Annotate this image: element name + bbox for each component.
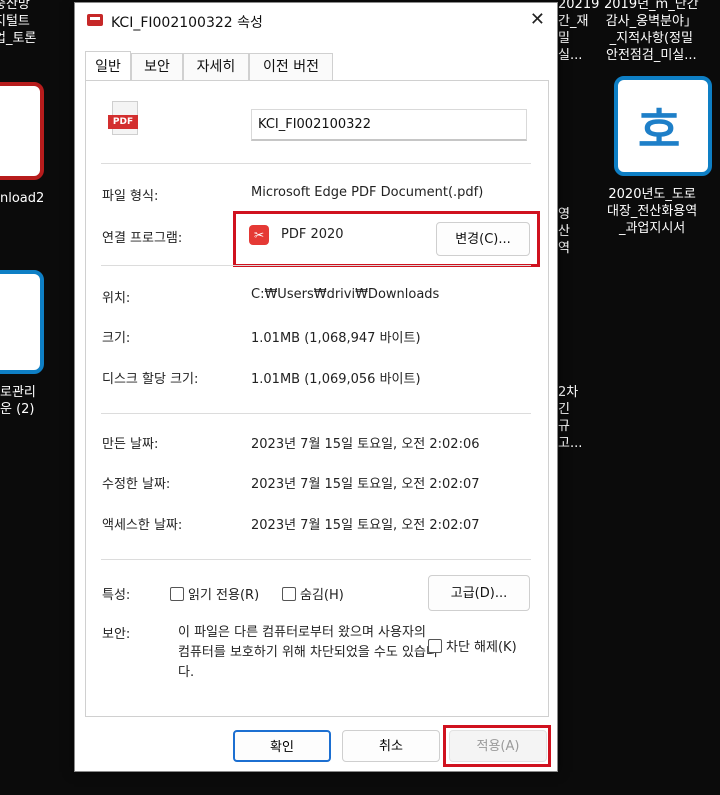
desktop-pdf-icon[interactable] [0, 82, 44, 180]
security-label: 보안: [102, 627, 131, 642]
unblock-label: 차단 해제(K) [446, 640, 517, 655]
highlight-apply [443, 725, 551, 767]
file-name-field[interactable]: KCI_FI002100322 [251, 109, 527, 141]
disk-size-value: 1.01MB (1,069,056 바이트) [251, 372, 421, 387]
security-message: 이 파일은 다른 컴퓨터로부터 왔으며 사용자의 컴퓨터를 보호하기 위해 차단… [178, 625, 438, 680]
advanced-button[interactable]: 고급(D)... [428, 575, 530, 611]
general-panel: PDF KCI_FI002100322 파일 형식: Microsoft Edg… [85, 80, 549, 717]
cancel-button[interactable]: 취소 [342, 730, 440, 762]
checkbox-icon[interactable] [282, 587, 296, 601]
accessed-value: 2023년 7월 15일 토요일, 오전 2:02:07 [251, 518, 480, 533]
divider [101, 265, 531, 266]
desktop-hwp-icon[interactable] [0, 270, 44, 374]
desktop-icon-label[interactable]: 로관리 운 (2) [0, 384, 36, 418]
title-bar[interactable]: KCI_FI002100322 속성 ✕ [75, 3, 557, 39]
divider [101, 163, 531, 164]
desktop-hwp-icon[interactable]: 호 [614, 76, 712, 176]
hidden-checkbox[interactable]: 숨김(H) [282, 584, 344, 603]
unblock-checkbox[interactable]: 차단 해제(K) [428, 636, 517, 655]
location-label: 위치: [102, 291, 131, 306]
close-icon[interactable]: ✕ [530, 9, 545, 30]
desktop-icon-label[interactable]: 2차 긴 규 고... [558, 384, 582, 452]
open-with-label: 연결 프로그램: [102, 231, 183, 246]
desktop-icon-label[interactable]: 2019년_m_단간 감사_옹벽분야」 _지적사항(정밀 안전점검_미실... [604, 0, 699, 64]
pdf-file-icon: PDF [108, 101, 140, 139]
file-type-value: Microsoft Edge PDF Document(.pdf) [251, 185, 484, 200]
attributes-label: 특성: [102, 588, 131, 603]
tab-details[interactable]: 자세히 [183, 53, 249, 80]
readonly-checkbox[interactable]: 읽기 전용(R) [170, 584, 259, 603]
size-label: 크기: [102, 331, 131, 346]
hidden-label: 숨김(H) [300, 588, 344, 603]
readonly-label: 읽기 전용(R) [188, 588, 260, 603]
checkbox-icon[interactable] [170, 587, 184, 601]
modified-value: 2023년 7월 15일 토요일, 오전 2:02:07 [251, 477, 480, 492]
size-value: 1.01MB (1,068,947 바이트) [251, 331, 421, 346]
disk-size-label: 디스크 할당 크기: [102, 372, 199, 387]
desktop-icon-label[interactable]: nload2 [0, 190, 44, 207]
desktop-icon-label[interactable]: 중산망 지털트 업_토론 [0, 0, 36, 47]
tab-previous-versions[interactable]: 이전 버전 [249, 53, 333, 80]
file-type-icon [87, 14, 103, 26]
created-label: 만든 날짜: [102, 437, 159, 452]
created-value: 2023년 7월 15일 토요일, 오전 2:02:06 [251, 437, 480, 452]
highlight-open-with [233, 211, 540, 267]
dialog-title: KCI_FI002100322 속성 [111, 15, 263, 31]
file-type-label: 파일 형식: [102, 189, 159, 204]
desktop-icon-label[interactable]: 영 산 역 [558, 206, 570, 257]
tab-security[interactable]: 보안 [131, 53, 183, 80]
checkbox-icon[interactable] [428, 639, 442, 653]
modified-label: 수정한 날짜: [102, 477, 171, 492]
accessed-label: 액세스한 날짜: [102, 518, 183, 533]
properties-dialog: KCI_FI002100322 속성 ✕ 일반 보안 자세히 이전 버전 PDF… [74, 2, 558, 772]
tab-general[interactable]: 일반 [85, 51, 131, 80]
divider [101, 559, 531, 560]
ok-button[interactable]: 확인 [233, 730, 331, 762]
desktop-icon-label[interactable]: 2020년도_도로 대장_전산화용역 _과업지시서 [607, 186, 697, 237]
desktop-icon-label[interactable]: 20219 간_재 밀 실... [558, 0, 599, 64]
divider [101, 413, 531, 414]
hwp-glyph-icon: 호 [638, 103, 681, 157]
location-value: C:₩Users₩drivi₩Downloads [251, 287, 440, 302]
